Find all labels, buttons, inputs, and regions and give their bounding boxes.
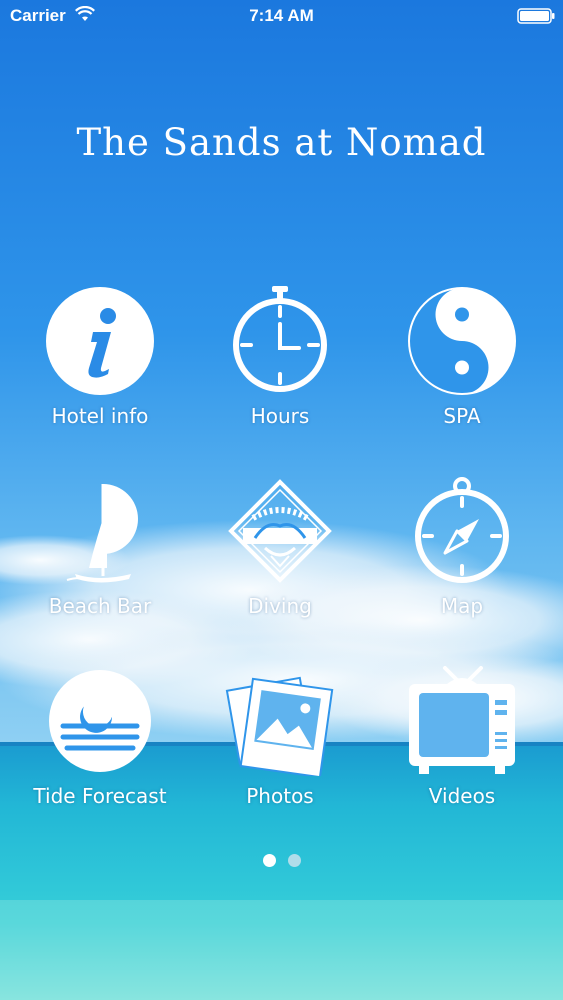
photos-button[interactable]: Photos xyxy=(205,666,355,816)
tv-icon xyxy=(409,666,515,774)
moon-waves-icon xyxy=(49,670,151,772)
videos-button[interactable]: Videos xyxy=(387,666,537,816)
tide-forecast-button[interactable]: Tide Forecast xyxy=(25,666,175,816)
status-bar: Carrier 7:14 AM xyxy=(0,0,563,32)
sailboat-icon xyxy=(66,484,138,583)
spa-label: SPA xyxy=(443,404,481,428)
hotel-info-button[interactable]: Hotel info xyxy=(25,286,175,436)
beach-bar-label: Beach Bar xyxy=(48,594,152,618)
compass-icon xyxy=(415,477,509,583)
beach-bar-button[interactable]: Beach Bar xyxy=(25,476,175,626)
diving-button[interactable]: Diving xyxy=(205,476,355,626)
page-indicator[interactable] xyxy=(0,852,563,868)
page-dot-inactive[interactable] xyxy=(287,854,301,867)
map-button[interactable]: Map xyxy=(387,476,537,626)
info-icon xyxy=(46,287,154,395)
diving-label: Diving xyxy=(248,594,312,618)
status-time: 7:14 AM xyxy=(249,6,314,25)
tide-forecast-label: Tide Forecast xyxy=(33,784,167,808)
photos-icon xyxy=(225,676,334,776)
yin-yang-icon xyxy=(408,287,516,395)
app-title: The Sands at Nomad xyxy=(76,120,487,164)
page-dot-active[interactable] xyxy=(262,854,276,867)
videos-label: Videos xyxy=(428,784,496,808)
spa-button[interactable]: SPA xyxy=(387,286,537,436)
the-crab-diving-logo xyxy=(228,479,332,583)
hours-button[interactable]: Hours xyxy=(205,286,355,436)
stopwatch-icon xyxy=(233,286,327,392)
hotel-info-label: Hotel info xyxy=(51,404,149,428)
map-label: Map xyxy=(440,594,484,618)
photos-label: Photos xyxy=(246,784,314,808)
battery-icon xyxy=(517,8,555,24)
hours-label: Hours xyxy=(250,404,310,428)
